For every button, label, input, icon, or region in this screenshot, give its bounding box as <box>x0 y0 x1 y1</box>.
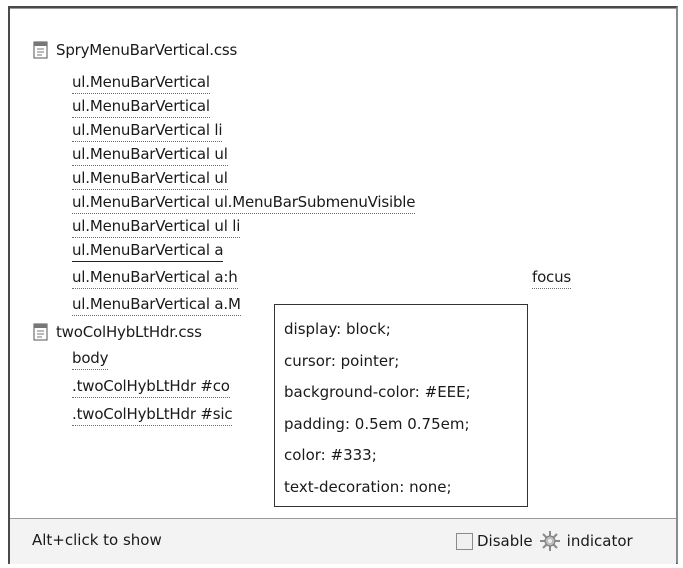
rule-item[interactable]: body <box>72 346 109 370</box>
rule-selector[interactable]: ul.MenuBarVertical <box>72 97 210 118</box>
rule-item[interactable]: .twoColHybLtHdr #co <box>72 374 230 398</box>
css-properties-tooltip: display: block; cursor: pointer; backgro… <box>274 304 528 507</box>
tooltip-property: padding: 0.5em 0.75em; <box>284 414 470 433</box>
rule-selector[interactable]: ul.MenuBarVertical ul li <box>72 217 240 238</box>
rule-selector[interactable]: ul.MenuBarVertical ul <box>72 145 228 166</box>
file-row-sprymenubarvertical[interactable]: SpryMenuBarVertical.css <box>32 38 237 62</box>
rule-selector[interactable]: .twoColHybLtHdr #co <box>72 377 230 398</box>
rule-selector[interactable]: ul.MenuBarVertical a.M <box>72 295 241 316</box>
disable-label[interactable]: Disable <box>477 532 533 550</box>
rule-selector[interactable]: ul.MenuBarVertical li <box>72 121 223 142</box>
file-row-twocolhybltdhr[interactable]: twoColHybLtHdr.css <box>32 320 202 344</box>
tooltip-property: color: #333; <box>284 446 377 464</box>
rule-selector[interactable]: body <box>72 349 109 370</box>
tooltip-property: display: block; <box>284 320 391 338</box>
file-name: twoColHybLtHdr.css <box>56 323 202 341</box>
indicator-label: indicator <box>566 532 633 550</box>
rule-item-tail[interactable]: focus <box>532 265 571 289</box>
rule-item[interactable]: ul.MenuBarVertical ul li <box>72 214 240 238</box>
rule-item[interactable]: ul.MenuBarVertical ul <box>72 142 228 166</box>
css-file-icon <box>33 323 48 341</box>
tooltip-property: cursor: pointer; <box>284 351 400 370</box>
disable-indicator-control: Disable indicator <box>456 530 633 552</box>
rule-selector[interactable]: ul.MenuBarVertical ul <box>72 169 228 190</box>
rule-selector[interactable]: ul.MenuBarVertical <box>72 73 210 94</box>
rule-item[interactable]: ul.MenuBarVertical <box>72 94 210 118</box>
rule-item-active[interactable]: ul.MenuBarVertical a <box>72 238 224 262</box>
rule-item[interactable]: ul.MenuBarVertical li <box>72 118 223 142</box>
rule-selector-tail[interactable]: focus <box>532 268 571 289</box>
top-border <box>10 8 676 9</box>
status-hint: Alt+click to show <box>32 531 162 549</box>
rule-item[interactable]: ul.MenuBarVertical a:h <box>72 265 238 289</box>
status-bar: Alt+click to show Disable indicator <box>10 519 676 564</box>
indicator-gear-icon <box>539 531 560 551</box>
css-file-icon <box>33 41 48 59</box>
disable-checkbox[interactable] <box>456 532 473 550</box>
rule-selector[interactable]: ul.MenuBarVertical ul.MenuBarSubmenuVisi… <box>72 193 415 214</box>
css-rules-panel: SpryMenuBarVertical.css ul.MenuBarVertic… <box>8 6 678 564</box>
rule-item[interactable]: ul.MenuBarVertical ul.MenuBarSubmenuVisi… <box>72 190 415 214</box>
rule-item[interactable]: ul.MenuBarVertical <box>72 70 210 94</box>
tooltip-property: text-decoration: none; <box>284 477 452 496</box>
rule-item[interactable]: .twoColHybLtHdr #sic <box>72 402 233 426</box>
rule-item[interactable]: ul.MenuBarVertical ul <box>72 166 228 190</box>
tooltip-property: background-color: #EEE; <box>284 383 471 401</box>
file-name: SpryMenuBarVertical.css <box>56 41 238 59</box>
rule-item[interactable]: ul.MenuBarVertical a.M <box>72 292 241 316</box>
rule-selector[interactable]: ul.MenuBarVertical a:h <box>72 268 238 289</box>
rule-selector[interactable]: .twoColHybLtHdr #sic <box>72 405 233 426</box>
rule-selector-active[interactable]: ul.MenuBarVertical a <box>72 241 224 262</box>
